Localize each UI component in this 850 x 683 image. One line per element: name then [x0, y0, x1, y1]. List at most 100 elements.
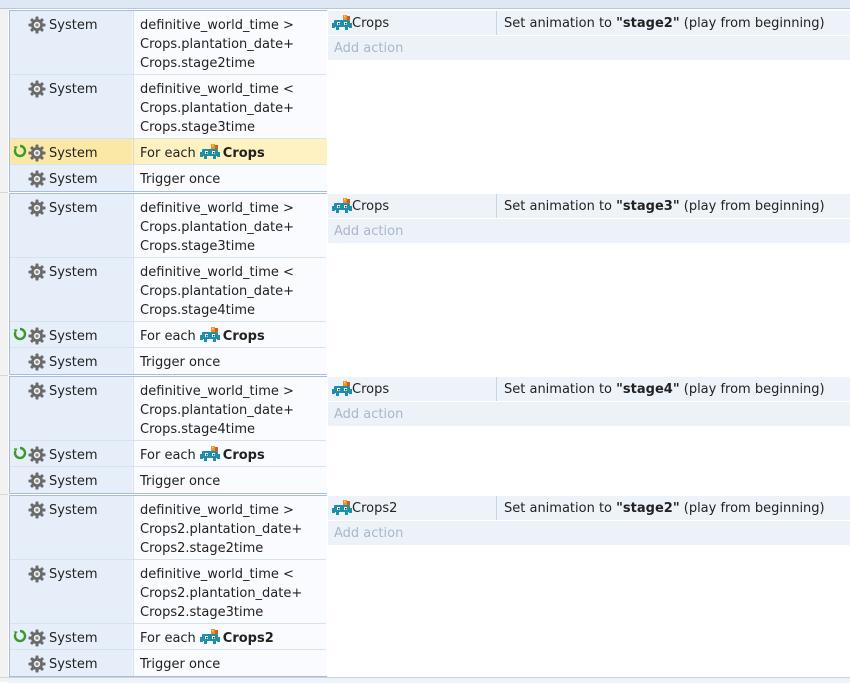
condition-text: Trigger once: [140, 170, 220, 189]
condition-text-cell[interactable]: definitive_world_time < Crops2.plantation…: [133, 560, 327, 624]
gear-icon: [28, 382, 46, 400]
condition-row[interactable]: System definitive_world_time < Crops2.plan…: [10, 560, 327, 624]
condition-object-cell[interactable]: System: [10, 11, 132, 75]
action-text: Set animation to "stage2" (play from beg…: [504, 496, 825, 522]
condition-row[interactable]: System definitive_world_time > Crops2.plan…: [10, 496, 327, 560]
condition-text-cell[interactable]: Trigger once: [133, 348, 327, 374]
conditions-block[interactable]: System definitive_world_time > Crops2.plan…: [9, 495, 327, 677]
condition-object-name: System: [49, 474, 98, 489]
gutter-divider: [0, 677, 8, 678]
condition-row-for-each[interactable]: System For each Crops: [10, 441, 327, 467]
condition-object-name: System: [49, 567, 98, 582]
condition-text-cell[interactable]: definitive_world_time > Crops.plantation_…: [133, 194, 327, 258]
action-row[interactable]: Crops Set animation to "stage2" (play fro…: [328, 11, 850, 35]
add-action-label: Add action: [334, 224, 404, 239]
crop-sprite-icon: [199, 144, 221, 160]
condition-text-cell[interactable]: Trigger once: [133, 165, 327, 191]
condition-line: Crops.stage4time: [140, 422, 255, 437]
condition-object-cell[interactable]: System: [10, 624, 132, 650]
condition-object-cell[interactable]: System: [10, 258, 132, 322]
condition-row[interactable]: System definitive_world_time > Crops.plant…: [10, 11, 327, 75]
condition-object-name: System: [49, 329, 98, 344]
action-row[interactable]: Crops Set animation to "stage3" (play fro…: [328, 194, 850, 218]
event-block[interactable]: System definitive_world_time > Crops.plant…: [8, 10, 850, 192]
condition-text-cell[interactable]: For each Crops: [133, 441, 327, 467]
condition-row[interactable]: System Trigger once: [10, 348, 327, 374]
condition-text-cell[interactable]: definitive_world_time > Crops.plantation_…: [133, 377, 327, 441]
condition-row-for-each[interactable]: System For each Crops2: [10, 624, 327, 650]
condition-text-cell[interactable]: definitive_world_time < Crops.plantation_…: [133, 75, 327, 139]
add-action-label: Add action: [334, 407, 404, 422]
condition-row[interactable]: System definitive_world_time < Crops.plant…: [10, 75, 327, 139]
condition-object-cell[interactable]: System: [10, 650, 132, 676]
condition-text: definitive_world_time > Crops.plantation_…: [140, 199, 294, 256]
condition-row[interactable]: System Trigger once: [10, 165, 327, 191]
action-value: "stage2": [616, 16, 680, 31]
condition-line: Crops.stage3time: [140, 120, 255, 135]
condition-line: Trigger once: [140, 474, 221, 489]
gear-icon: [28, 144, 46, 162]
gear-icon: [28, 199, 46, 217]
event-block[interactable]: System definitive_world_time > Crops.plant…: [8, 193, 850, 375]
condition-line: definitive_world_time <: [140, 567, 294, 582]
add-action-button[interactable]: Add action: [328, 36, 850, 60]
action-row[interactable]: Crops2 Set animation to "stage2" (play fr…: [328, 496, 850, 520]
add-action-button[interactable]: Add action: [328, 219, 850, 243]
condition-object-cell[interactable]: System: [10, 560, 132, 624]
condition-row[interactable]: System Trigger once: [10, 467, 327, 493]
condition-text-cell[interactable]: definitive_world_time > Crops2.plantation…: [133, 496, 327, 560]
condition-text-cell[interactable]: definitive_world_time > Crops.plantation_…: [133, 11, 327, 75]
crop-sprite-icon: [331, 198, 353, 214]
condition-text-cell[interactable]: For each Crops: [133, 139, 327, 165]
condition-line: Crops.plantation_date+: [140, 403, 294, 418]
condition-row[interactable]: System definitive_world_time > Crops.plant…: [10, 377, 327, 441]
condition-object-name: System: [49, 172, 98, 187]
condition-row[interactable]: System definitive_world_time < Crops.plant…: [10, 258, 327, 322]
action-suffix: (play from beginning): [679, 199, 825, 214]
for-each-object: Crops2: [222, 631, 274, 646]
condition-object-name: System: [49, 657, 98, 672]
action-suffix: (play from beginning): [679, 382, 825, 397]
condition-object-cell[interactable]: System: [10, 441, 132, 467]
action-value: "stage4": [616, 382, 680, 397]
action-row[interactable]: Crops Set animation to "stage4" (play fro…: [328, 377, 850, 401]
condition-text-cell[interactable]: Trigger once: [133, 650, 327, 676]
condition-line: Crops.plantation_date+: [140, 284, 294, 299]
condition-row-for-each[interactable]: System For each Crops: [10, 139, 327, 165]
condition-row[interactable]: System definitive_world_time > Crops.plant…: [10, 194, 327, 258]
condition-object-cell[interactable]: System: [10, 322, 132, 348]
gear-icon: [28, 327, 46, 345]
crop-sprite-icon: [199, 629, 221, 645]
action-object-name: Crops2: [352, 501, 398, 516]
condition-text: definitive_world_time > Crops.plantation_…: [140, 16, 294, 73]
condition-object-cell[interactable]: System: [10, 467, 132, 493]
condition-text-cell[interactable]: For each Crops: [133, 322, 327, 348]
action-object-name: Crops: [352, 199, 390, 214]
condition-text: Trigger once: [140, 655, 220, 674]
condition-text: definitive_world_time < Crops2.plantation…: [140, 565, 302, 622]
condition-row[interactable]: System Trigger once: [10, 650, 327, 676]
event-block[interactable]: System definitive_world_time > Crops.plant…: [8, 376, 850, 494]
condition-text: definitive_world_time < Crops.plantation_…: [140, 263, 294, 320]
event-block[interactable]: System definitive_world_time > Crops2.plan…: [8, 495, 850, 677]
condition-object-cell[interactable]: System: [10, 194, 132, 258]
condition-object-name: System: [49, 448, 98, 463]
condition-object-cell[interactable]: System: [10, 139, 132, 165]
conditions-block[interactable]: System definitive_world_time > Crops.plant…: [9, 10, 327, 192]
condition-object-cell[interactable]: System: [10, 75, 132, 139]
condition-text-cell[interactable]: Trigger once: [133, 467, 327, 493]
add-action-button[interactable]: Add action: [328, 521, 850, 545]
action-prefix: Set animation to: [504, 16, 617, 31]
condition-object-cell[interactable]: System: [10, 348, 132, 374]
add-action-button[interactable]: Add action: [328, 402, 850, 426]
condition-row-for-each[interactable]: System For each Crops: [10, 322, 327, 348]
conditions-block[interactable]: System definitive_world_time > Crops.plant…: [9, 376, 327, 494]
condition-text-cell[interactable]: definitive_world_time < Crops.plantation_…: [133, 258, 327, 322]
add-action-label: Add action: [334, 526, 404, 541]
action-value: "stage2": [616, 501, 680, 516]
condition-object-cell[interactable]: System: [10, 165, 132, 191]
condition-text-cell[interactable]: For each Crops2: [133, 624, 327, 650]
condition-object-cell[interactable]: System: [10, 377, 132, 441]
condition-object-cell[interactable]: System: [10, 496, 132, 560]
conditions-block[interactable]: System definitive_world_time > Crops.plant…: [9, 193, 327, 375]
